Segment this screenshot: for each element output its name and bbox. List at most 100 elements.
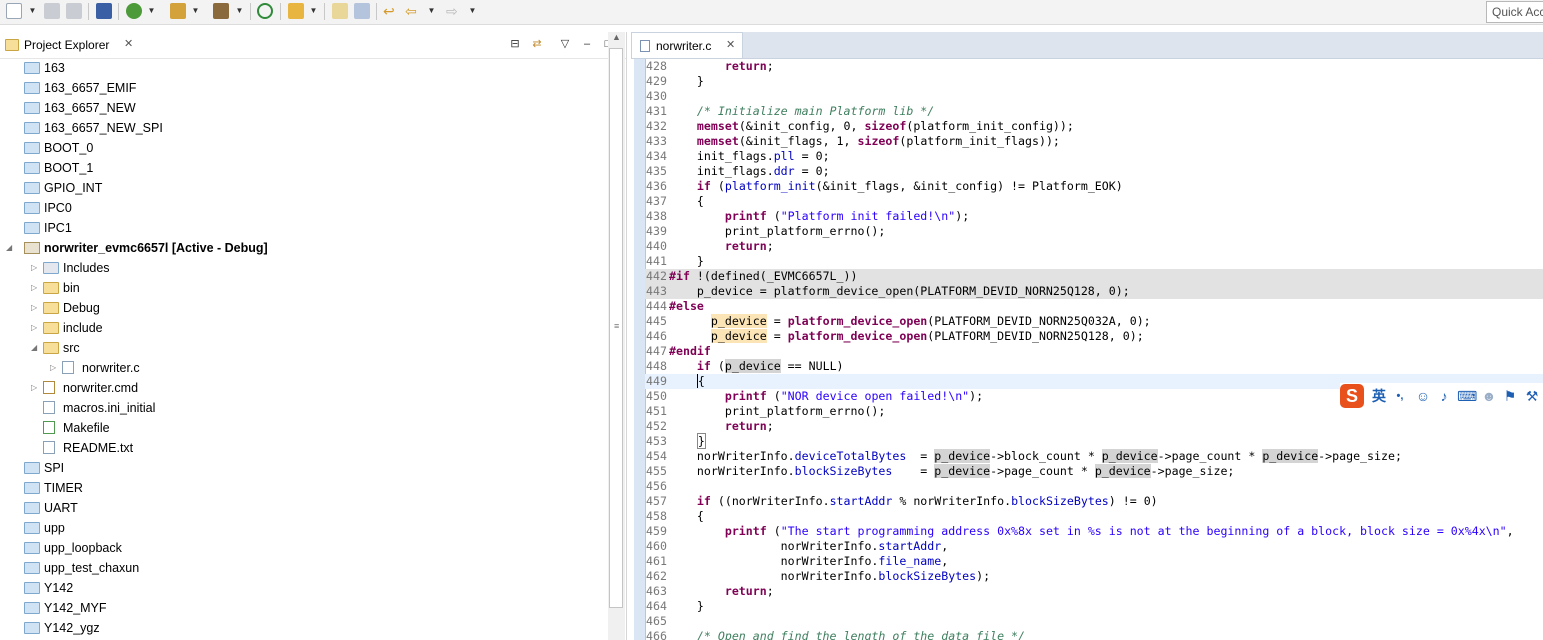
code-line: 435 init_flags.ddr = 0; bbox=[646, 164, 830, 178]
save-icon[interactable] bbox=[44, 3, 60, 19]
c-file-icon bbox=[62, 361, 74, 374]
tree-item-label: BOOT_1 bbox=[44, 161, 94, 175]
minimize-icon[interactable]: – bbox=[580, 37, 594, 51]
expanded-arrow-icon[interactable]: ◢ bbox=[6, 238, 16, 258]
ime-emoji-icon[interactable]: ☺ bbox=[1414, 387, 1432, 405]
collapsed-arrow-icon[interactable]: ▷ bbox=[31, 298, 41, 318]
show-whitespace-icon[interactable] bbox=[354, 3, 370, 19]
collapsed-arrow-icon[interactable]: ▷ bbox=[31, 378, 41, 398]
ime-language-toggle[interactable]: 英 bbox=[1370, 387, 1388, 405]
collapsed-arrow-icon[interactable]: ▷ bbox=[50, 358, 60, 378]
code-line: 438 printf ("Platform init failed!\n"); bbox=[646, 209, 970, 223]
new-icon[interactable] bbox=[6, 3, 22, 19]
build-hammer-icon[interactable] bbox=[213, 3, 229, 19]
load-program-icon[interactable] bbox=[170, 3, 186, 19]
folder-icon bbox=[24, 562, 40, 574]
tree-item-label: 163_6657_NEW bbox=[44, 101, 136, 115]
folder-icon bbox=[24, 122, 40, 134]
tree-item-label: upp bbox=[44, 521, 65, 535]
collapsed-arrow-icon[interactable]: ▷ bbox=[31, 258, 41, 278]
last-edit-icon[interactable]: ↩ bbox=[383, 3, 399, 19]
c-file-icon bbox=[640, 40, 650, 52]
run-dropdown-icon[interactable]: ▼ bbox=[309, 4, 318, 18]
back-icon[interactable]: ⇦ bbox=[405, 3, 421, 19]
tree-item-label: 163_6657_EMIF bbox=[44, 81, 137, 95]
view-menu-icon[interactable]: ▽ bbox=[558, 37, 572, 51]
search-icon[interactable] bbox=[257, 3, 273, 19]
code-line: 463 return; bbox=[646, 584, 774, 598]
collapsed-arrow-icon[interactable]: ▷ bbox=[31, 278, 41, 298]
toolbar-separator bbox=[88, 3, 89, 20]
run-external-icon[interactable] bbox=[288, 3, 304, 19]
toolbar-separator bbox=[376, 3, 377, 20]
new-dropdown-icon[interactable]: ▼ bbox=[28, 4, 37, 18]
editor-tab-bar: norwriter.c ✕ bbox=[631, 32, 1543, 59]
open-declaration-icon[interactable] bbox=[332, 3, 348, 19]
forward-dropdown-icon[interactable]: ▼ bbox=[468, 4, 477, 18]
tree-item-label: upp_loopback bbox=[44, 541, 122, 555]
collapsed-arrow-icon[interactable]: ▷ bbox=[31, 318, 41, 338]
ime-user-icon[interactable]: ☻ bbox=[1481, 387, 1497, 405]
ime-keyboard-icon[interactable]: ⌨ bbox=[1457, 387, 1477, 405]
tree-item-label: Y142_ygz bbox=[44, 621, 100, 635]
folder-icon bbox=[24, 462, 40, 474]
link-with-editor-icon[interactable]: ⇄ bbox=[530, 37, 544, 51]
ime-microphone-icon[interactable]: ♪ bbox=[1436, 387, 1452, 405]
tab-norwriter-c[interactable]: norwriter.c ✕ bbox=[631, 32, 743, 58]
tree-item-label: GPIO_INT bbox=[44, 181, 103, 195]
debug-dropdown-icon[interactable]: ▼ bbox=[147, 4, 156, 18]
folder-icon bbox=[24, 142, 40, 154]
toolbar-separator bbox=[324, 3, 325, 20]
ime-skin-icon[interactable]: ⚑ bbox=[1502, 387, 1518, 405]
code-line: 441 } bbox=[646, 254, 704, 268]
folder-icon bbox=[43, 302, 59, 314]
tree-item-label: Makefile bbox=[63, 421, 110, 435]
collapse-all-icon[interactable]: ⊟ bbox=[508, 37, 522, 51]
toolbar-separator bbox=[280, 3, 281, 20]
tree-item-label: 163 bbox=[44, 61, 65, 75]
load-dropdown-icon[interactable]: ▼ bbox=[191, 4, 200, 18]
code-line: 455 norWriterInfo.blockSizeBytes = p_dev… bbox=[646, 464, 1235, 478]
close-icon[interactable]: ✕ bbox=[124, 37, 133, 50]
quick-access-input[interactable]: Quick Acc bbox=[1486, 1, 1543, 23]
expanded-arrow-icon[interactable]: ◢ bbox=[31, 338, 41, 358]
debug-icon[interactable] bbox=[126, 3, 142, 19]
tree-item-label: Y142_MYF bbox=[44, 601, 107, 615]
terminal-icon[interactable] bbox=[96, 3, 112, 19]
toolbar-separator bbox=[250, 3, 251, 20]
ime-logo-icon[interactable]: S bbox=[1340, 384, 1364, 408]
project-explorer-title[interactable]: Project Explorer bbox=[24, 38, 109, 52]
tree-item-label: Debug bbox=[63, 301, 100, 315]
back-dropdown-icon[interactable]: ▼ bbox=[427, 4, 436, 18]
folder-icon bbox=[24, 602, 40, 614]
tree-scrollbar[interactable]: ▲ ≡ bbox=[608, 32, 625, 640]
scrollbar-thumb[interactable]: ≡ bbox=[609, 48, 623, 608]
includes-icon bbox=[43, 262, 59, 274]
code-editor[interactable]: 428 return; 429 } 430 431 /* Initialize … bbox=[645, 59, 1543, 640]
makefile-icon bbox=[43, 421, 55, 434]
folder-icon bbox=[24, 102, 40, 114]
folder-icon bbox=[24, 162, 40, 174]
code-line: 460 norWriterInfo.startAddr, bbox=[646, 539, 949, 553]
ime-punctuation-icon[interactable]: •, bbox=[1392, 387, 1408, 405]
tree-item-label: src bbox=[63, 341, 80, 355]
code-line: 454 norWriterInfo.deviceTotalBytes = p_d… bbox=[646, 449, 1402, 463]
file-icon bbox=[43, 401, 55, 414]
project-explorer-icon bbox=[5, 39, 19, 51]
scroll-up-icon[interactable]: ▲ bbox=[612, 32, 621, 42]
code-line: 432 memset(&init_config, 0, sizeof(platf… bbox=[646, 119, 1074, 133]
tree-item-label: upp_test_chaxun bbox=[44, 561, 140, 575]
code-line: 447 #endif bbox=[646, 344, 711, 358]
build-dropdown-icon[interactable]: ▼ bbox=[235, 4, 244, 18]
save-all-icon[interactable] bbox=[66, 3, 82, 19]
tree-item-label: SPI bbox=[44, 461, 65, 475]
code-line: 442 #if !(defined(_EVMC6657L_)) bbox=[645, 269, 1543, 284]
forward-icon[interactable]: ⇨ bbox=[446, 3, 462, 19]
ime-tools-icon[interactable]: ⚒ bbox=[1523, 387, 1541, 405]
close-icon[interactable]: ✕ bbox=[726, 38, 735, 51]
code-line: 443 p_device = platform_device_open(PLAT… bbox=[645, 284, 1543, 299]
ime-toolbar: S 英 •, ☺ ♪ ⌨ ☻ ⚑ ⚒ bbox=[1340, 383, 1543, 409]
code-line: 444 #else bbox=[646, 299, 704, 313]
code-line: 431 /* Initialize main Platform lib */ bbox=[646, 104, 935, 118]
tree-item-label: bin bbox=[63, 281, 80, 295]
